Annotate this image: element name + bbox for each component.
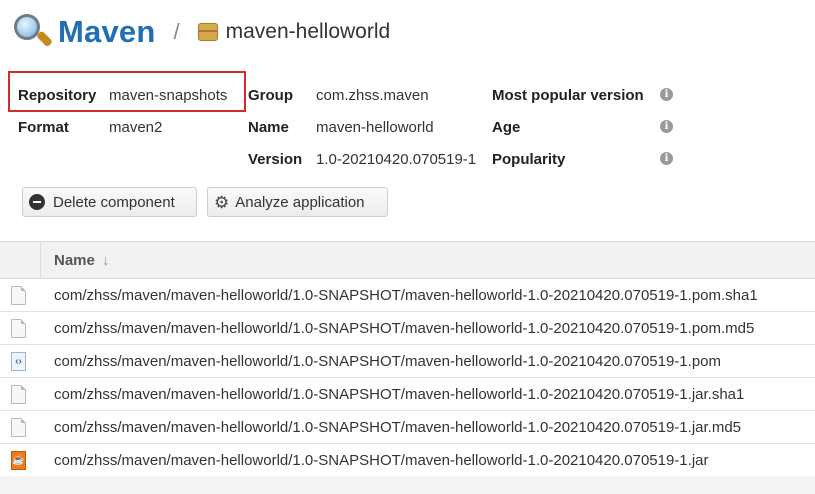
table-row[interactable]: com/zhss/maven/maven-helloworld/1.0-SNAP…: [0, 378, 815, 411]
group-label: Group: [248, 87, 293, 104]
page-title[interactable]: Maven: [58, 14, 155, 50]
name-column-header[interactable]: Name ↓: [54, 252, 110, 269]
text-file-icon: [11, 286, 26, 305]
breadcrumb-separator: /: [173, 19, 180, 44]
table-header: Name ↓: [0, 241, 815, 279]
sort-descending-icon: ↓: [102, 252, 110, 269]
group-value: com.zhss.maven: [316, 87, 429, 104]
file-name: com/zhss/maven/maven-helloworld/1.0-SNAP…: [54, 320, 755, 337]
format-label: Format: [18, 119, 69, 136]
info-icon[interactable]: i: [660, 120, 673, 133]
text-file-icon: [11, 418, 26, 437]
table-row[interactable]: ‹› com/zhss/maven/maven-helloworld/1.0-S…: [0, 345, 815, 378]
icon-column-header: [0, 242, 41, 278]
repository-value[interactable]: maven-snapshots: [109, 87, 227, 104]
file-name: com/zhss/maven/maven-helloworld/1.0-SNAP…: [54, 386, 745, 403]
file-name: com/zhss/maven/maven-helloworld/1.0-SNAP…: [54, 353, 721, 370]
table-row[interactable]: ☕ com/zhss/maven/maven-helloworld/1.0-SN…: [0, 444, 815, 477]
age-label: Age: [492, 119, 521, 136]
file-name: com/zhss/maven/maven-helloworld/1.0-SNAP…: [54, 452, 709, 469]
table-row[interactable]: com/zhss/maven/maven-helloworld/1.0-SNAP…: [0, 411, 815, 444]
text-file-icon: [11, 385, 26, 404]
gears-icon: ⚙: [214, 192, 230, 212]
version-value: 1.0-20210420.070519-1: [316, 151, 477, 168]
analyze-application-label: Analyze application: [235, 193, 365, 211]
version-label: Version: [248, 151, 303, 168]
delete-component-button[interactable]: Delete component: [22, 187, 197, 217]
name-label: Name: [248, 119, 289, 136]
jar-file-icon: ☕: [11, 451, 26, 470]
name-value: maven-helloworld: [316, 119, 434, 136]
delete-component-label: Delete component: [53, 193, 175, 211]
most-popular-version-label: Most popular version: [492, 87, 644, 104]
table-footer: [0, 476, 815, 494]
table-row[interactable]: com/zhss/maven/maven-helloworld/1.0-SNAP…: [0, 312, 815, 345]
info-icon[interactable]: i: [660, 152, 673, 165]
file-name: com/zhss/maven/maven-helloworld/1.0-SNAP…: [54, 287, 758, 304]
format-value: maven2: [109, 119, 163, 136]
name-header-label: Name: [54, 252, 95, 269]
text-file-icon: [11, 319, 26, 338]
component-box-icon: [197, 23, 218, 41]
popularity-label: Popularity: [492, 151, 566, 168]
info-icon[interactable]: i: [660, 88, 673, 101]
minus-circle-icon: [29, 194, 45, 210]
repository-label: Repository: [18, 87, 97, 104]
table-row[interactable]: com/zhss/maven/maven-helloworld/1.0-SNAP…: [0, 279, 815, 312]
page-header: Maven / maven-helloworld: [12, 8, 390, 56]
assets-table: Name ↓ com/zhss/maven/maven-helloworld/1…: [0, 241, 815, 477]
component-name: maven-helloworld: [225, 20, 391, 43]
analyze-application-button[interactable]: ⚙ Analyze application: [207, 187, 388, 217]
magnifier-icon: [12, 12, 53, 52]
file-name: com/zhss/maven/maven-helloworld/1.0-SNAP…: [54, 419, 742, 436]
xml-file-icon: ‹›: [11, 352, 26, 371]
